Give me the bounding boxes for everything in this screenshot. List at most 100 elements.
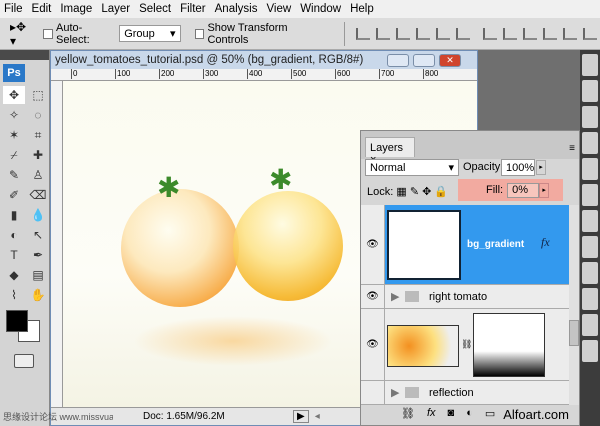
eraser-icon[interactable]: ✐ <box>3 186 25 204</box>
magic-wand-icon[interactable]: ◌ <box>27 106 49 124</box>
ruler-tick: 400 <box>247 69 263 79</box>
menu-analysis[interactable]: Analysis <box>215 3 258 15</box>
ruler-tick: 100 <box>115 69 131 79</box>
close-button[interactable]: ✕ <box>439 54 461 67</box>
align-bottom-icon[interactable] <box>396 27 411 40</box>
visibility-eye-icon[interactable]: 👁 <box>361 309 385 380</box>
layer-name[interactable]: bg_gradient <box>467 239 524 250</box>
shape-icon[interactable]: ✒ <box>27 246 49 264</box>
panel-dock[interactable] <box>580 50 600 426</box>
distribute-bottom-icon[interactable] <box>523 27 538 40</box>
link-layers-icon[interactable]: ⛓ <box>401 407 415 422</box>
expand-triangle-icon[interactable]: ▶ <box>391 290 399 303</box>
visibility-eye-icon[interactable]: 👁 <box>361 205 385 284</box>
visibility-eye-icon[interactable]: 👁 <box>361 285 385 308</box>
opacity-label: Opacity: <box>463 161 504 173</box>
distribute-vcenter-icon[interactable] <box>503 27 518 40</box>
lock-image-icon[interactable]: ✎ <box>410 186 419 198</box>
type-icon[interactable]: ↖ <box>27 226 49 244</box>
menu-view[interactable]: View <box>266 3 291 15</box>
opacity-slider-button[interactable]: ▸ <box>536 160 546 175</box>
brush-icon[interactable]: ✚ <box>27 146 49 164</box>
layer-thumbnail <box>387 210 461 280</box>
quick-mask-button[interactable] <box>14 354 34 368</box>
foreground-color-swatch[interactable] <box>6 310 28 332</box>
fill-slider-button[interactable]: ▸ <box>539 182 550 198</box>
distribute-left-icon[interactable] <box>543 27 558 40</box>
stamp-icon[interactable]: ✎ <box>3 166 25 184</box>
tools-panel-header[interactable] <box>0 50 49 60</box>
menu-file[interactable]: File <box>4 3 23 15</box>
distribute-top-icon[interactable] <box>483 27 498 40</box>
eyedropper-icon[interactable]: ▤ <box>27 266 49 284</box>
auto-select-dropdown[interactable]: Group ▾ <box>119 25 181 42</box>
layer-bg-gradient[interactable]: 👁 bg_gradient fx <box>361 205 569 285</box>
history-brush-icon[interactable]: ♙ <box>27 166 49 184</box>
layer-masked[interactable]: 👁 ⛓ <box>361 309 569 381</box>
lock-position-icon[interactable]: ✥ <box>422 186 431 198</box>
tab-layers[interactable]: Layers × <box>365 137 415 166</box>
adjustment-layer-icon[interactable]: ◐ <box>466 407 473 422</box>
align-vcenter-icon[interactable] <box>376 27 391 40</box>
status-menu-arrow[interactable]: ▶ <box>293 410 309 423</box>
fill-input[interactable]: 0% <box>507 182 540 198</box>
move-tool-preset[interactable]: ▸✥ ▾ <box>10 20 35 48</box>
slice-icon[interactable]: ⌗ <box>27 126 49 144</box>
panel-menu-icon[interactable]: ≡ <box>569 143 575 154</box>
menu-help[interactable]: Help <box>350 3 374 15</box>
add-mask-icon[interactable]: ◙ <box>448 407 455 422</box>
menu-window[interactable]: Window <box>300 3 341 15</box>
lock-all-icon[interactable]: 🔒 <box>434 186 448 198</box>
maximize-button[interactable] <box>413 54 435 67</box>
notes-icon[interactable]: ◆ <box>3 266 25 284</box>
menu-layer[interactable]: Layer <box>101 3 130 15</box>
horizontal-scrollbar[interactable]: ◂ <box>315 411 320 422</box>
align-top-icon[interactable] <box>356 27 371 40</box>
marquee-icon[interactable]: ⬚ <box>27 86 49 104</box>
opacity-input[interactable]: 100% <box>501 159 535 176</box>
layer-mask-thumbnail[interactable] <box>473 313 545 377</box>
ruler-tick: 800 <box>423 69 439 79</box>
visibility-eye-icon[interactable] <box>361 381 385 404</box>
align-left-icon[interactable] <box>416 27 431 40</box>
layer-name[interactable]: reflection <box>429 387 474 399</box>
menu-filter[interactable]: Filter <box>180 3 206 15</box>
chain-link-icon[interactable]: ⛓ <box>461 339 472 350</box>
expand-triangle-icon[interactable]: ▶ <box>391 386 399 399</box>
zoom-icon[interactable]: ✋ <box>27 286 49 304</box>
menu-image[interactable]: Image <box>60 3 92 15</box>
folder-icon <box>405 291 419 302</box>
menu-edit[interactable]: Edit <box>32 3 52 15</box>
show-transform-label: Show Transform Controls <box>207 21 288 46</box>
add-style-icon[interactable]: fx <box>427 407 436 422</box>
align-hcenter-icon[interactable] <box>436 27 451 40</box>
lasso-icon[interactable]: ✧ <box>3 106 25 124</box>
path-select-icon[interactable]: ◐ <box>3 226 25 244</box>
blend-mode-dropdown[interactable]: Normal ▾ <box>365 159 459 176</box>
crop-icon[interactable]: ✶ <box>3 126 25 144</box>
pen-icon[interactable]: T <box>3 246 25 264</box>
right-tomato <box>233 191 343 301</box>
distribute-hcenter-icon[interactable] <box>563 27 578 40</box>
dodge-icon[interactable]: 💧 <box>27 206 49 224</box>
align-right-icon[interactable] <box>456 27 471 40</box>
move-icon[interactable]: ✥ <box>3 86 25 104</box>
layer-name[interactable]: right tomato <box>429 291 487 303</box>
gradient-icon[interactable]: ⌫ <box>27 186 49 204</box>
layer-group-right-tomato[interactable]: 👁 ▶ right tomato <box>361 285 569 309</box>
minimize-button[interactable] <box>387 54 409 67</box>
blur-icon[interactable]: ▮ <box>3 206 25 224</box>
auto-select-checkbox[interactable] <box>43 28 54 39</box>
hand-icon[interactable]: ⌇ <box>3 286 25 304</box>
align-buttons[interactable] <box>344 21 600 46</box>
distribute-right-icon[interactable] <box>583 27 598 40</box>
new-group-icon[interactable]: ▭ <box>485 407 495 422</box>
healing-icon[interactable]: ⌿ <box>3 146 25 164</box>
layers-scrollbar[interactable] <box>569 205 579 405</box>
fx-icon[interactable]: fx <box>541 235 550 250</box>
menu-select[interactable]: Select <box>139 3 171 15</box>
layer-group-reflection[interactable]: ▶ reflection <box>361 381 569 405</box>
auto-select-value: Group <box>124 27 155 40</box>
lock-transparent-icon[interactable]: ▦ <box>396 186 406 198</box>
show-transform-checkbox[interactable] <box>194 28 205 39</box>
